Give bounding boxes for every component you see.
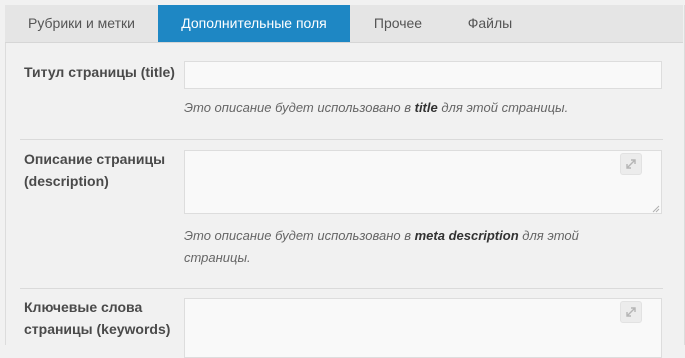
- divider: [20, 288, 663, 289]
- keywords-textarea[interactable]: [184, 298, 662, 358]
- divider: [20, 139, 663, 140]
- description-field-description: Это описание будет использовано в meta d…: [184, 228, 579, 265]
- tab-files[interactable]: Файлы: [446, 5, 534, 42]
- description-textarea[interactable]: [184, 150, 662, 214]
- tab-other[interactable]: Прочее: [350, 5, 446, 42]
- expand-icon[interactable]: [620, 301, 642, 323]
- title-field-description: Это описание будет использовано в title …: [184, 100, 569, 115]
- description-field-label: Описание страницы (description): [24, 151, 166, 189]
- resize-grip-icon[interactable]: [652, 205, 660, 213]
- expand-icon[interactable]: [620, 153, 642, 175]
- keywords-field-label: Ключевые слова страницы (keywords): [24, 299, 171, 337]
- tab-categories-tags[interactable]: Рубрики и метки: [5, 5, 158, 42]
- title-input[interactable]: [184, 61, 662, 89]
- tab-additional-fields[interactable]: Дополнительные поля: [158, 5, 350, 42]
- tab-bar: Рубрики и метки Дополнительные поля Проч…: [5, 5, 683, 43]
- title-field-label: Титул страницы (title): [24, 64, 175, 80]
